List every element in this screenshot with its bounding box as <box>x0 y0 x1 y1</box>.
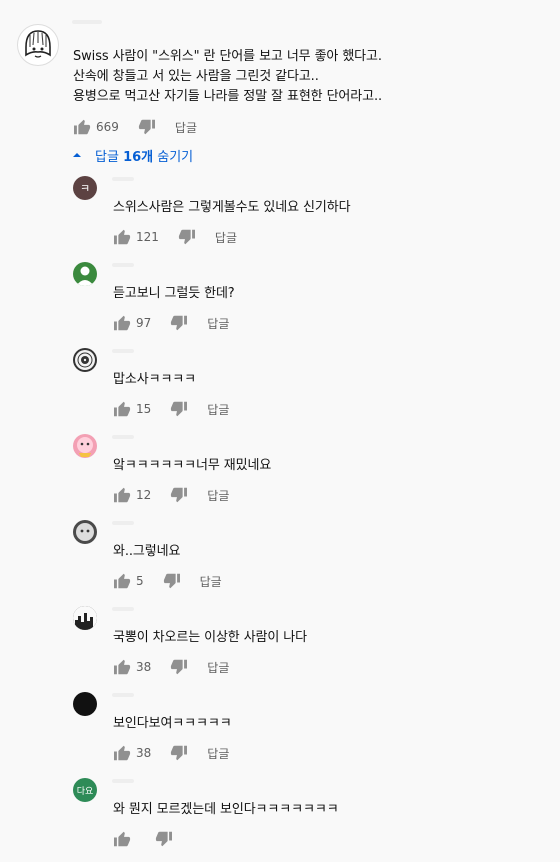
thumbs-down-icon[interactable] <box>138 119 156 135</box>
main-comment: Swiss 사람이 "스위스" 란 단어를 보고 너무 좋아 했다고. 산속에 … <box>0 0 560 140</box>
thumbs-down-icon[interactable] <box>170 401 188 417</box>
reply-count: 16개 <box>123 149 154 165</box>
thumbs-down-icon[interactable] <box>170 487 188 503</box>
like-count: 15 <box>136 402 152 416</box>
thumbs-down-icon[interactable] <box>170 659 188 675</box>
comment-text-line-2: 산속에 창들고 서 있는 사람을 그린것 같다고.. <box>73 69 319 84</box>
reply-text: 국뽕이 차오르는 이상한 사람이 나다 <box>113 630 308 645</box>
thumbs-up-icon[interactable] <box>113 831 131 847</box>
avatar[interactable] <box>73 262 97 286</box>
hide-replies-toggle[interactable]: 답글 16개 숨기기 <box>72 145 193 165</box>
reply-text: 맙소사ㅋㅋㅋㅋ <box>113 372 197 387</box>
thumbs-up-icon[interactable] <box>113 229 131 245</box>
avatar[interactable] <box>73 606 97 630</box>
sketch-face-icon <box>25 30 51 58</box>
caret-up-icon <box>73 153 81 157</box>
thumbs-up-icon[interactable] <box>113 659 131 675</box>
avatar[interactable] <box>73 692 97 716</box>
reply-comment: 보인다보여ㅋㅋㅋㅋㅋ 38 답글 <box>0 690 560 776</box>
vinyl-record-icon <box>75 350 95 370</box>
reply-button[interactable]: 답글 <box>207 745 229 762</box>
like-count: 121 <box>136 230 159 244</box>
reply-actions <box>113 829 192 849</box>
comment-text-line-3: 용병으로 먹고산 자기들 나라를 정말 잘 표현한 단어라고.. <box>73 89 383 104</box>
thumbs-up-icon[interactable] <box>113 401 131 417</box>
avatar[interactable]: ㅋ <box>73 176 97 200</box>
reply-comment: ㅋ 스위스사람은 그렇게볼수도 있네요 신기하다 121 답글 <box>0 174 560 260</box>
toggle-prefix: 답글 <box>95 149 124 165</box>
thumbs-down-icon[interactable] <box>155 831 173 847</box>
thumbs-up-icon[interactable] <box>113 745 131 761</box>
cartoon-face-icon <box>77 437 93 457</box>
reply-button[interactable]: 답글 <box>200 573 222 590</box>
avatar-initial: 다요 <box>76 786 94 797</box>
author-name-placeholder <box>112 779 134 783</box>
like-count: 5 <box>136 574 144 588</box>
reply-actions: 38 답글 <box>113 657 229 677</box>
author-name-placeholder <box>112 349 134 353</box>
avatar[interactable]: 다요 <box>73 778 97 802</box>
like-count: 669 <box>96 120 119 134</box>
author-name-placeholder <box>112 693 134 697</box>
reply-button[interactable]: 답글 <box>207 659 229 676</box>
reply-button[interactable]: 답글 <box>207 401 229 418</box>
thumbs-up-icon[interactable] <box>73 119 91 135</box>
reply-actions: 121 답글 <box>113 227 237 247</box>
avatar[interactable] <box>73 434 97 458</box>
author-name-placeholder <box>112 521 134 525</box>
reply-button[interactable]: 답글 <box>175 119 197 136</box>
toggle-suffix: 숨기기 <box>153 149 194 165</box>
reply-button[interactable]: 답글 <box>207 315 229 332</box>
author-name-placeholder <box>112 177 134 181</box>
reply-comment: 국뽕이 차오르는 이상한 사람이 나다 38 답글 <box>0 604 560 690</box>
comment-text-line-1: Swiss 사람이 "스위스" 란 단어를 보고 너무 좋아 했다고. <box>73 49 382 64</box>
cat-face-icon <box>76 523 94 541</box>
comment-actions: 669 답글 <box>73 117 197 137</box>
thumbs-up-icon[interactable] <box>113 487 131 503</box>
reply-text: 와 뭔지 모르겠는데 보인다ㅋㅋㅋㅋㅋㅋㅋ <box>113 802 339 817</box>
reply-text: 보인다보여ㅋㅋㅋㅋㅋ <box>113 716 232 731</box>
reply-actions: 15 답글 <box>113 399 229 419</box>
reply-button[interactable]: 답글 <box>215 229 237 246</box>
avatar[interactable] <box>17 24 59 66</box>
thumbs-down-icon[interactable] <box>170 315 188 331</box>
reply-actions: 5 답글 <box>113 571 222 591</box>
thumbs-down-icon[interactable] <box>178 229 196 245</box>
author-name-placeholder <box>72 20 102 24</box>
thumbs-down-icon[interactable] <box>170 745 188 761</box>
reply-text: 스위스사람은 그렇게볼수도 있네요 신기하다 <box>113 200 351 215</box>
reply-comment: 다요와 뭔지 모르겠는데 보인다ㅋㅋㅋㅋㅋㅋㅋ <box>0 776 560 862</box>
thumbs-up-icon[interactable] <box>113 573 131 589</box>
reply-button[interactable]: 답글 <box>207 487 229 504</box>
reply-actions: 38 답글 <box>113 743 229 763</box>
reply-comment: 맙소사ㅋㅋㅋㅋ 15 답글 <box>0 346 560 432</box>
like-count: 38 <box>136 660 152 674</box>
author-name-placeholder <box>112 435 134 439</box>
thumbs-down-icon[interactable] <box>163 573 181 589</box>
author-name-placeholder <box>112 263 134 267</box>
reply-actions: 12 답글 <box>113 485 229 505</box>
like-count: 12 <box>136 488 152 502</box>
avatar-initial: ㅋ <box>79 182 91 195</box>
reply-text: 듣고보니 그럴듯 한데? <box>113 286 235 301</box>
reply-comment: 와..그렇네요 5 답글 <box>0 518 560 604</box>
city-skyline-icon <box>73 606 97 630</box>
avatar[interactable] <box>73 520 97 544</box>
thumbs-up-icon[interactable] <box>113 315 131 331</box>
reply-comment: 듣고보니 그럴듯 한데? 97 답글 <box>0 260 560 346</box>
like-count: 38 <box>136 746 152 760</box>
like-count: 97 <box>136 316 152 330</box>
reply-comment: 앜ㅋㅋㅋㅋㅋㅋ너무 재밌네요 12 답글 <box>0 432 560 518</box>
avatar[interactable] <box>73 348 97 372</box>
reply-text: 앜ㅋㅋㅋㅋㅋㅋ너무 재밌네요 <box>113 458 272 473</box>
person-icon <box>76 266 94 286</box>
author-name-placeholder <box>112 607 134 611</box>
reply-actions: 97 답글 <box>113 313 229 333</box>
reply-text: 와..그렇네요 <box>113 544 181 559</box>
